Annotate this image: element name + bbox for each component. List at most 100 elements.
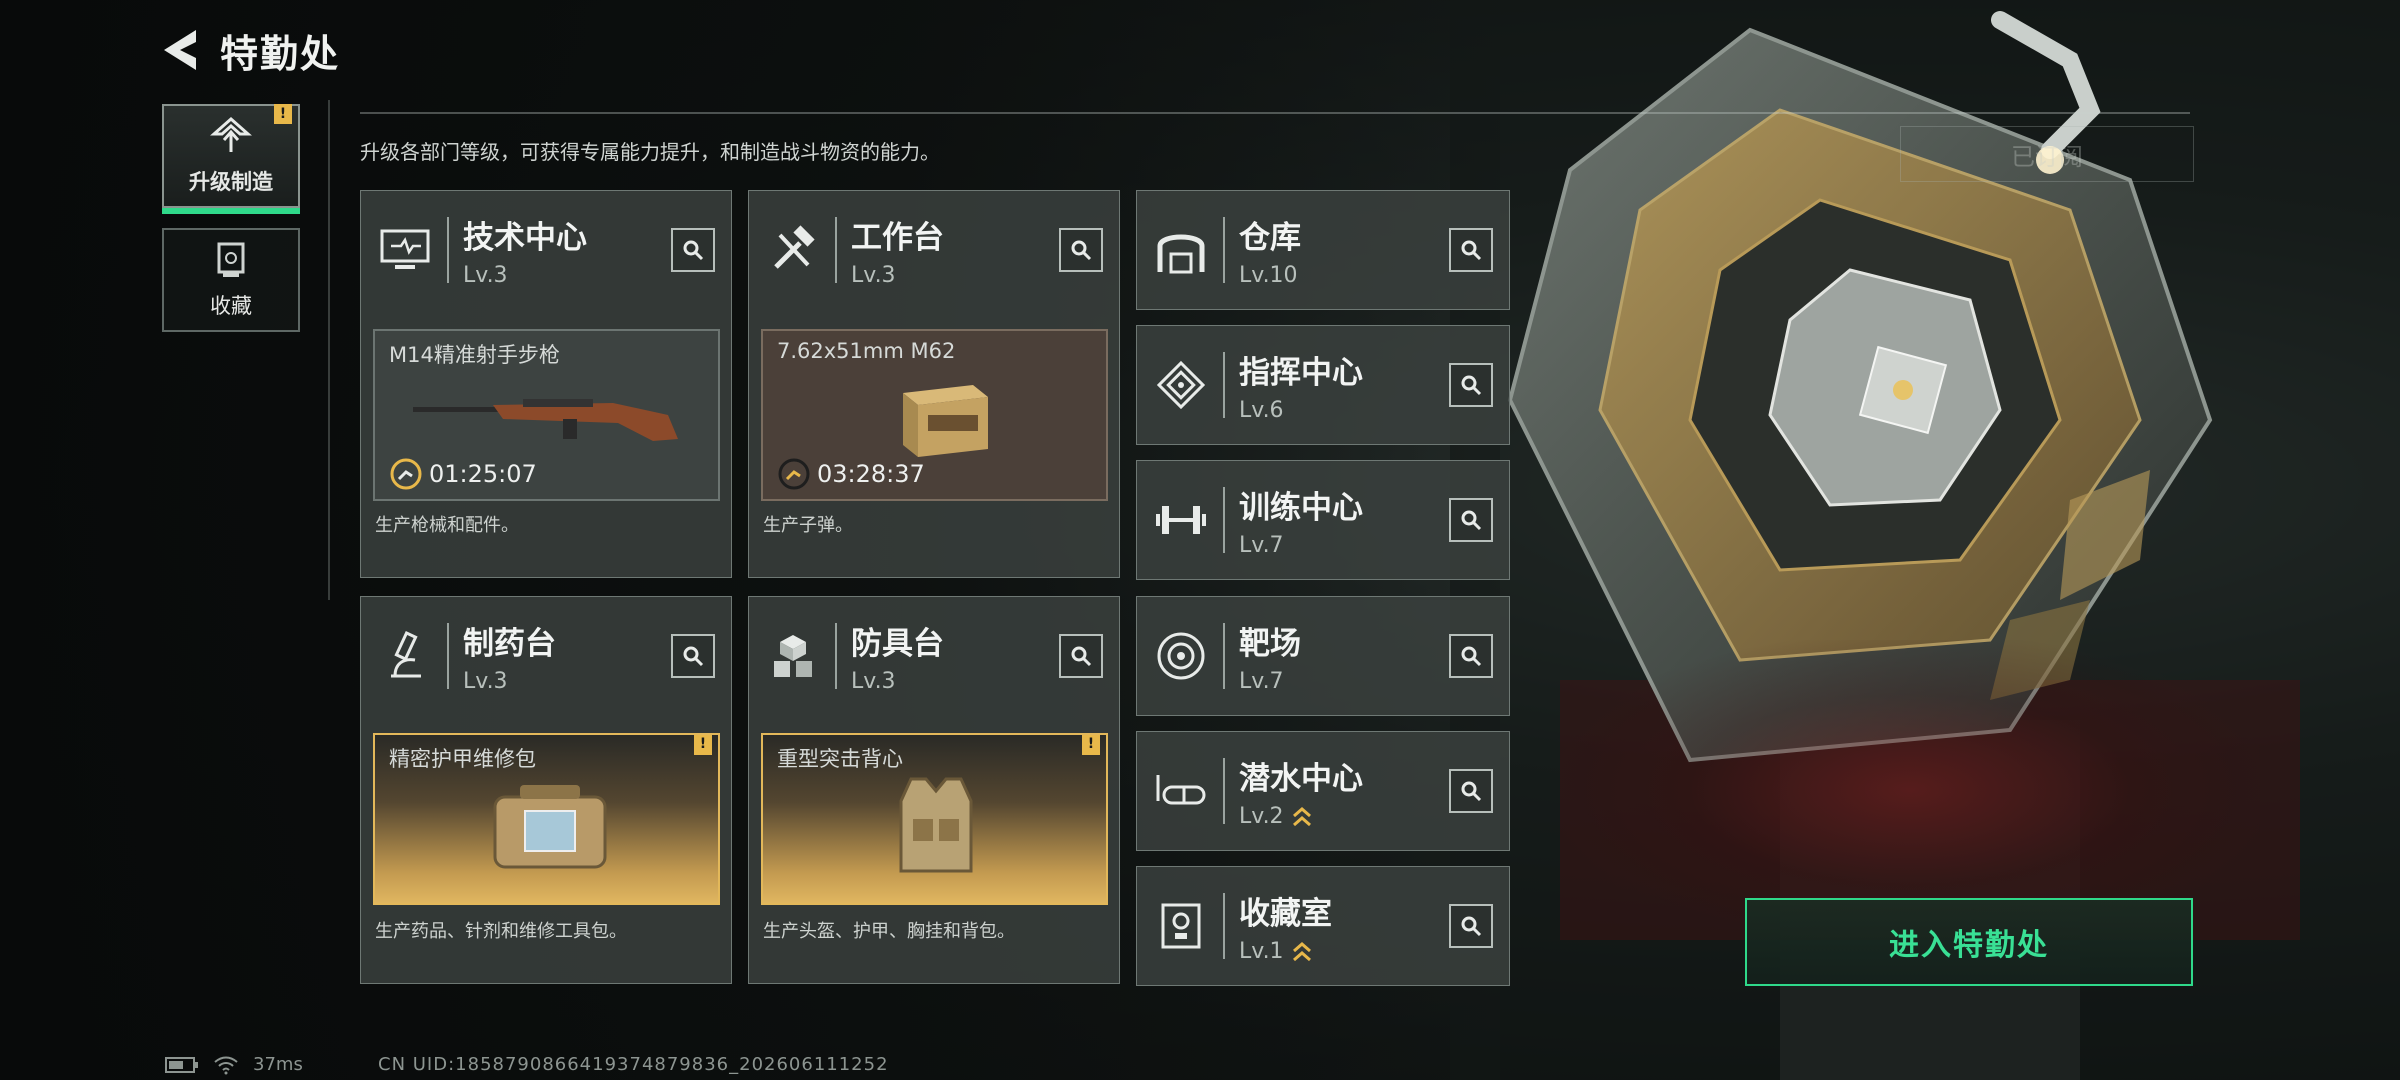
facility-name: 防具台 — [851, 626, 944, 662]
facility-card-shooting-range[interactable]: 靶场 Lv.7 — [1136, 596, 1510, 716]
magnifier-icon — [1071, 240, 1092, 261]
production-timer: 03:28:37 — [777, 457, 925, 491]
facility-level: Lv.2 — [1239, 804, 1449, 829]
card-header: 防具台 Lv.3 — [749, 597, 1119, 715]
subscribed-button[interactable]: 已订阅 — [1900, 126, 2194, 182]
facility-desc: 生产头盔、护甲、胸挂和背包。 — [763, 921, 1015, 942]
cubes-icon — [759, 622, 827, 690]
facility-level: Lv.3 — [463, 263, 508, 288]
warehouse-icon — [1147, 216, 1215, 284]
magnifier-icon — [1071, 646, 1092, 667]
facility-name: 收藏室 — [1239, 896, 1332, 932]
page-header: 特勤处 — [160, 24, 340, 76]
inspect-button[interactable] — [1449, 363, 1493, 407]
target-icon — [1147, 622, 1215, 690]
facility-card-armory[interactable]: 防具台 Lv.3 ! 重型突击背心 生产头盔、护甲、胸挂和背包。 — [748, 596, 1120, 984]
inspect-button[interactable] — [1449, 498, 1493, 542]
repair-kit-image — [493, 785, 607, 869]
facility-card-command-center[interactable]: 指挥中心 Lv.6 — [1136, 325, 1510, 445]
facility-name: 制药台 — [463, 626, 556, 662]
trophy-icon — [217, 242, 245, 277]
rifle-image — [413, 399, 678, 441]
inspect-button[interactable] — [1449, 228, 1493, 272]
inspect-button[interactable] — [1059, 228, 1103, 272]
goggles-icon — [1147, 757, 1215, 825]
facility-name: 仓库 — [1239, 220, 1301, 256]
back-arrow-icon[interactable] — [160, 28, 200, 72]
facility-name: 指挥中心 — [1239, 355, 1363, 391]
production-timer: 01:25:07 — [389, 457, 537, 491]
magnifier-icon — [683, 646, 704, 667]
production-slot[interactable]: ! 重型突击背心 — [761, 733, 1108, 905]
status-bar: 37ms — [165, 1054, 303, 1075]
tools-icon — [759, 216, 827, 284]
tab-label: 收藏 — [210, 294, 252, 318]
facility-level: Lv.7 — [1239, 669, 1284, 694]
tab-alert-badge: ! — [274, 104, 292, 124]
page-description: 升级各部门等级，可获得专属能力提升，和制造战斗物资的能力。 — [360, 140, 940, 164]
facility-level: Lv.3 — [851, 263, 896, 288]
facility-card-tech-center[interactable]: 技术中心 Lv.3 M14精准射手步枪 01:25:07 生产枪械和配件。 — [360, 190, 732, 578]
facility-name: 技术中心 — [463, 220, 587, 256]
magnifier-icon — [1461, 375, 1482, 396]
production-slot[interactable]: 7.62x51mm M62 03:28:37 — [761, 329, 1108, 501]
divider — [360, 112, 2190, 114]
inspect-button[interactable] — [1449, 904, 1493, 948]
product-name: M14精准射手步枪 — [389, 343, 560, 367]
product-name: 精密护甲维修包 — [389, 747, 536, 771]
magnifier-icon — [1461, 916, 1482, 937]
vest-image — [899, 777, 973, 873]
microscope-icon — [371, 622, 439, 690]
tab-label: 升级制造 — [189, 170, 273, 194]
page-title: 特勤处 — [220, 31, 341, 76]
user-uid: CN UID:1858790866419374879836_2026061112… — [378, 1054, 889, 1075]
facility-name: 潜水中心 — [1239, 761, 1363, 797]
facility-level: Lv.3 — [851, 669, 896, 694]
magnifier-icon — [1461, 781, 1482, 802]
facility-card-training-center[interactable]: 训练中心 Lv.7 — [1136, 460, 1510, 580]
facility-card-diving-center[interactable]: 潜水中心 Lv.2 — [1136, 731, 1510, 851]
inspect-button[interactable] — [671, 228, 715, 272]
facility-level: Lv.6 — [1239, 398, 1284, 423]
production-slot[interactable]: ! 精密护甲维修包 — [373, 733, 720, 905]
magnifier-icon — [1461, 510, 1482, 531]
inspect-button[interactable] — [1449, 769, 1493, 813]
inspect-button[interactable] — [671, 634, 715, 678]
facility-card-warehouse[interactable]: 仓库 Lv.10 — [1136, 190, 1510, 310]
facility-card-workbench[interactable]: 工作台 Lv.3 7.62x51mm M62 03:28:37 生产子弹。 — [748, 190, 1120, 578]
dumbbell-icon — [1147, 486, 1215, 554]
facility-desc: 生产子弹。 — [763, 515, 853, 536]
magnifier-icon — [1461, 240, 1482, 261]
inspect-button[interactable] — [1059, 634, 1103, 678]
alert-badge: ! — [1082, 735, 1100, 755]
facility-name: 靶场 — [1239, 626, 1301, 662]
magnifier-icon — [1461, 646, 1482, 667]
facility-level: Lv.10 — [1239, 263, 1298, 288]
facility-card-pharmacy[interactable]: 制药台 Lv.3 ! 精密护甲维修包 生产药品、针剂和维修工具包。 — [360, 596, 732, 984]
facility-name: 工作台 — [851, 220, 944, 256]
facility-level: Lv.7 — [1239, 533, 1284, 558]
facility-card-collection-room[interactable]: 收藏室 Lv.1 — [1136, 866, 1510, 986]
upgrade-chevron-icon — [1292, 941, 1311, 961]
tab-collection[interactable]: 收藏 — [162, 228, 300, 332]
wifi-icon — [214, 1056, 238, 1074]
card-header: 工作台 Lv.3 — [749, 191, 1119, 309]
facility-level: Lv.1 — [1239, 939, 1449, 964]
battery-icon — [165, 1056, 198, 1073]
magnifier-icon — [683, 240, 704, 261]
tab-upgrade-craft[interactable]: ! 升级制造 — [162, 104, 300, 214]
product-name: 7.62x51mm M62 — [777, 339, 956, 363]
product-name: 重型突击背心 — [777, 747, 903, 771]
upgrade-icon — [210, 116, 252, 152]
facility-desc: 生产枪械和配件。 — [375, 515, 519, 536]
chip-icon — [1147, 351, 1215, 419]
alert-badge: ! — [694, 735, 712, 755]
enter-special-ops-button[interactable]: 进入特勤处 — [1745, 898, 2193, 986]
card-header: 技术中心 Lv.3 — [361, 191, 731, 309]
inspect-button[interactable] — [1449, 634, 1493, 678]
red-glow — [1560, 640, 2260, 940]
facility-name: 训练中心 — [1239, 490, 1363, 526]
production-slot[interactable]: M14精准射手步枪 01:25:07 — [373, 329, 720, 501]
facility-level: Lv.3 — [463, 669, 508, 694]
upgrade-chevron-icon — [1292, 806, 1311, 826]
